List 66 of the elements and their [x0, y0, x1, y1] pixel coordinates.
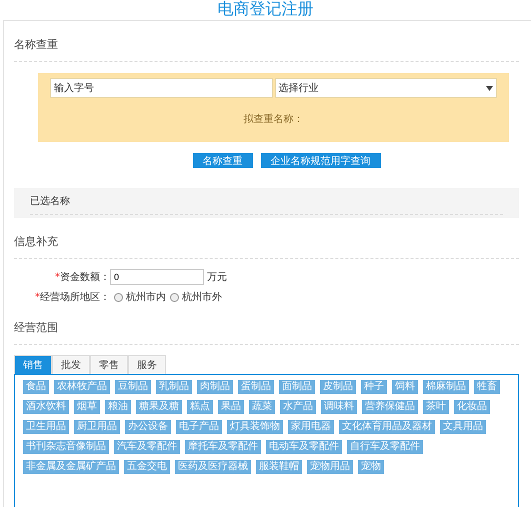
scope-tag[interactable]: 农林牧产品	[54, 380, 110, 394]
field-label: *资金数额：	[54, 270, 110, 284]
category-tab[interactable]: 销售	[14, 355, 52, 374]
field-label: *经营场所地区：	[34, 290, 110, 304]
scope-tag[interactable]: 办公设备	[125, 420, 171, 434]
scope-tag[interactable]: 自行车及零配件	[347, 440, 423, 454]
scope-tag[interactable]: 豆制品	[115, 380, 151, 394]
scope-tag[interactable]: 家用电器	[288, 420, 334, 434]
scope-tag[interactable]: 文化体育用品及器材	[339, 420, 435, 434]
section-heading: 名称查重	[14, 21, 519, 62]
scope-tag[interactable]: 皮制品	[320, 380, 356, 394]
scope-tag[interactable]: 粮油	[105, 400, 131, 414]
scope-tag[interactable]: 糕点	[187, 400, 213, 414]
trade-name-field[interactable]: 输入字号	[50, 78, 272, 98]
scope-tag[interactable]: 茶叶	[423, 400, 449, 414]
scope-tag[interactable]: 宠物	[358, 460, 384, 474]
category-tab[interactable]: 零售	[90, 355, 128, 374]
scope-tag[interactable]: 烟草	[74, 400, 100, 414]
scope-tag[interactable]: 卫生用品	[23, 420, 69, 434]
scope-tag[interactable]: 文具用品	[440, 420, 486, 434]
category-tab[interactable]: 服务	[128, 355, 166, 374]
scope-tag[interactable]: 乳制品	[156, 380, 192, 394]
capital-field[interactable]: 0	[110, 269, 204, 285]
scope-tag[interactable]: 蛋制品	[238, 380, 274, 394]
scope-tag[interactable]: 非金属及金属矿产品	[23, 460, 119, 474]
scope-tag[interactable]: 摩托车及零配件	[185, 440, 261, 454]
section-heading: 经营范围	[14, 304, 519, 345]
scope-tag[interactable]: 饲料	[392, 380, 418, 394]
section-heading: 已选名称	[30, 188, 503, 215]
section-heading: 信息补充	[14, 218, 519, 259]
scope-tag[interactable]: 面制品	[279, 380, 315, 394]
query-button[interactable]: 企业名称规范用字查询	[260, 153, 380, 168]
scope-tag[interactable]: 服装鞋帽	[256, 460, 302, 474]
scope-tag[interactable]: 调味料	[321, 400, 357, 414]
query-button[interactable]: 名称查重	[192, 153, 252, 168]
scope-tag[interactable]: 种子	[361, 380, 387, 394]
category-tab[interactable]: 批发	[52, 355, 90, 374]
proposed-name-label: 拟查重名称：	[244, 112, 304, 126]
scope-tag[interactable]: 酒水饮料	[23, 400, 69, 414]
radio-button[interactable]	[170, 292, 179, 302]
scope-tag[interactable]: 灯具装饰物	[227, 420, 283, 434]
scope-tag[interactable]: 棉麻制品	[423, 380, 469, 394]
radio-button[interactable]	[114, 292, 123, 302]
scope-tag[interactable]: 汽车及零配件	[114, 440, 180, 454]
scope-tag[interactable]: 食品	[23, 380, 49, 394]
scope-tag[interactable]: 牲畜	[474, 380, 500, 394]
scope-tag[interactable]: 五金交电	[124, 460, 170, 474]
scope-tag[interactable]: 水产品	[280, 400, 316, 414]
scope-tag[interactable]: 医药及医疗器械	[175, 460, 251, 474]
caret-icon	[486, 86, 493, 90]
industry-select[interactable]: 选择行业	[274, 78, 497, 98]
scope-tag[interactable]: 糖果及糖	[136, 400, 182, 414]
page-title: 电商登记注册	[216, 0, 314, 20]
radio-label: 杭州市内	[126, 290, 166, 304]
scope-tag[interactable]: 肉制品	[197, 380, 233, 394]
scope-tag[interactable]: 营养保健品	[362, 400, 418, 414]
scope-tag[interactable]: 电动车及零配件	[266, 440, 342, 454]
scope-tag[interactable]: 书刊杂志音像制品	[23, 440, 109, 454]
unit-label: 万元	[207, 271, 227, 284]
scope-tag[interactable]: 厨卫用品	[74, 420, 120, 434]
scope-tag[interactable]: 化妆品	[454, 400, 490, 414]
radio-label: 杭州市外	[182, 290, 222, 304]
scope-tag[interactable]: 宠物用品	[307, 460, 353, 474]
scope-tag[interactable]: 电子产品	[176, 420, 222, 434]
scope-tag[interactable]: 蔬菜	[249, 400, 275, 414]
scope-tag[interactable]: 果品	[218, 400, 244, 414]
